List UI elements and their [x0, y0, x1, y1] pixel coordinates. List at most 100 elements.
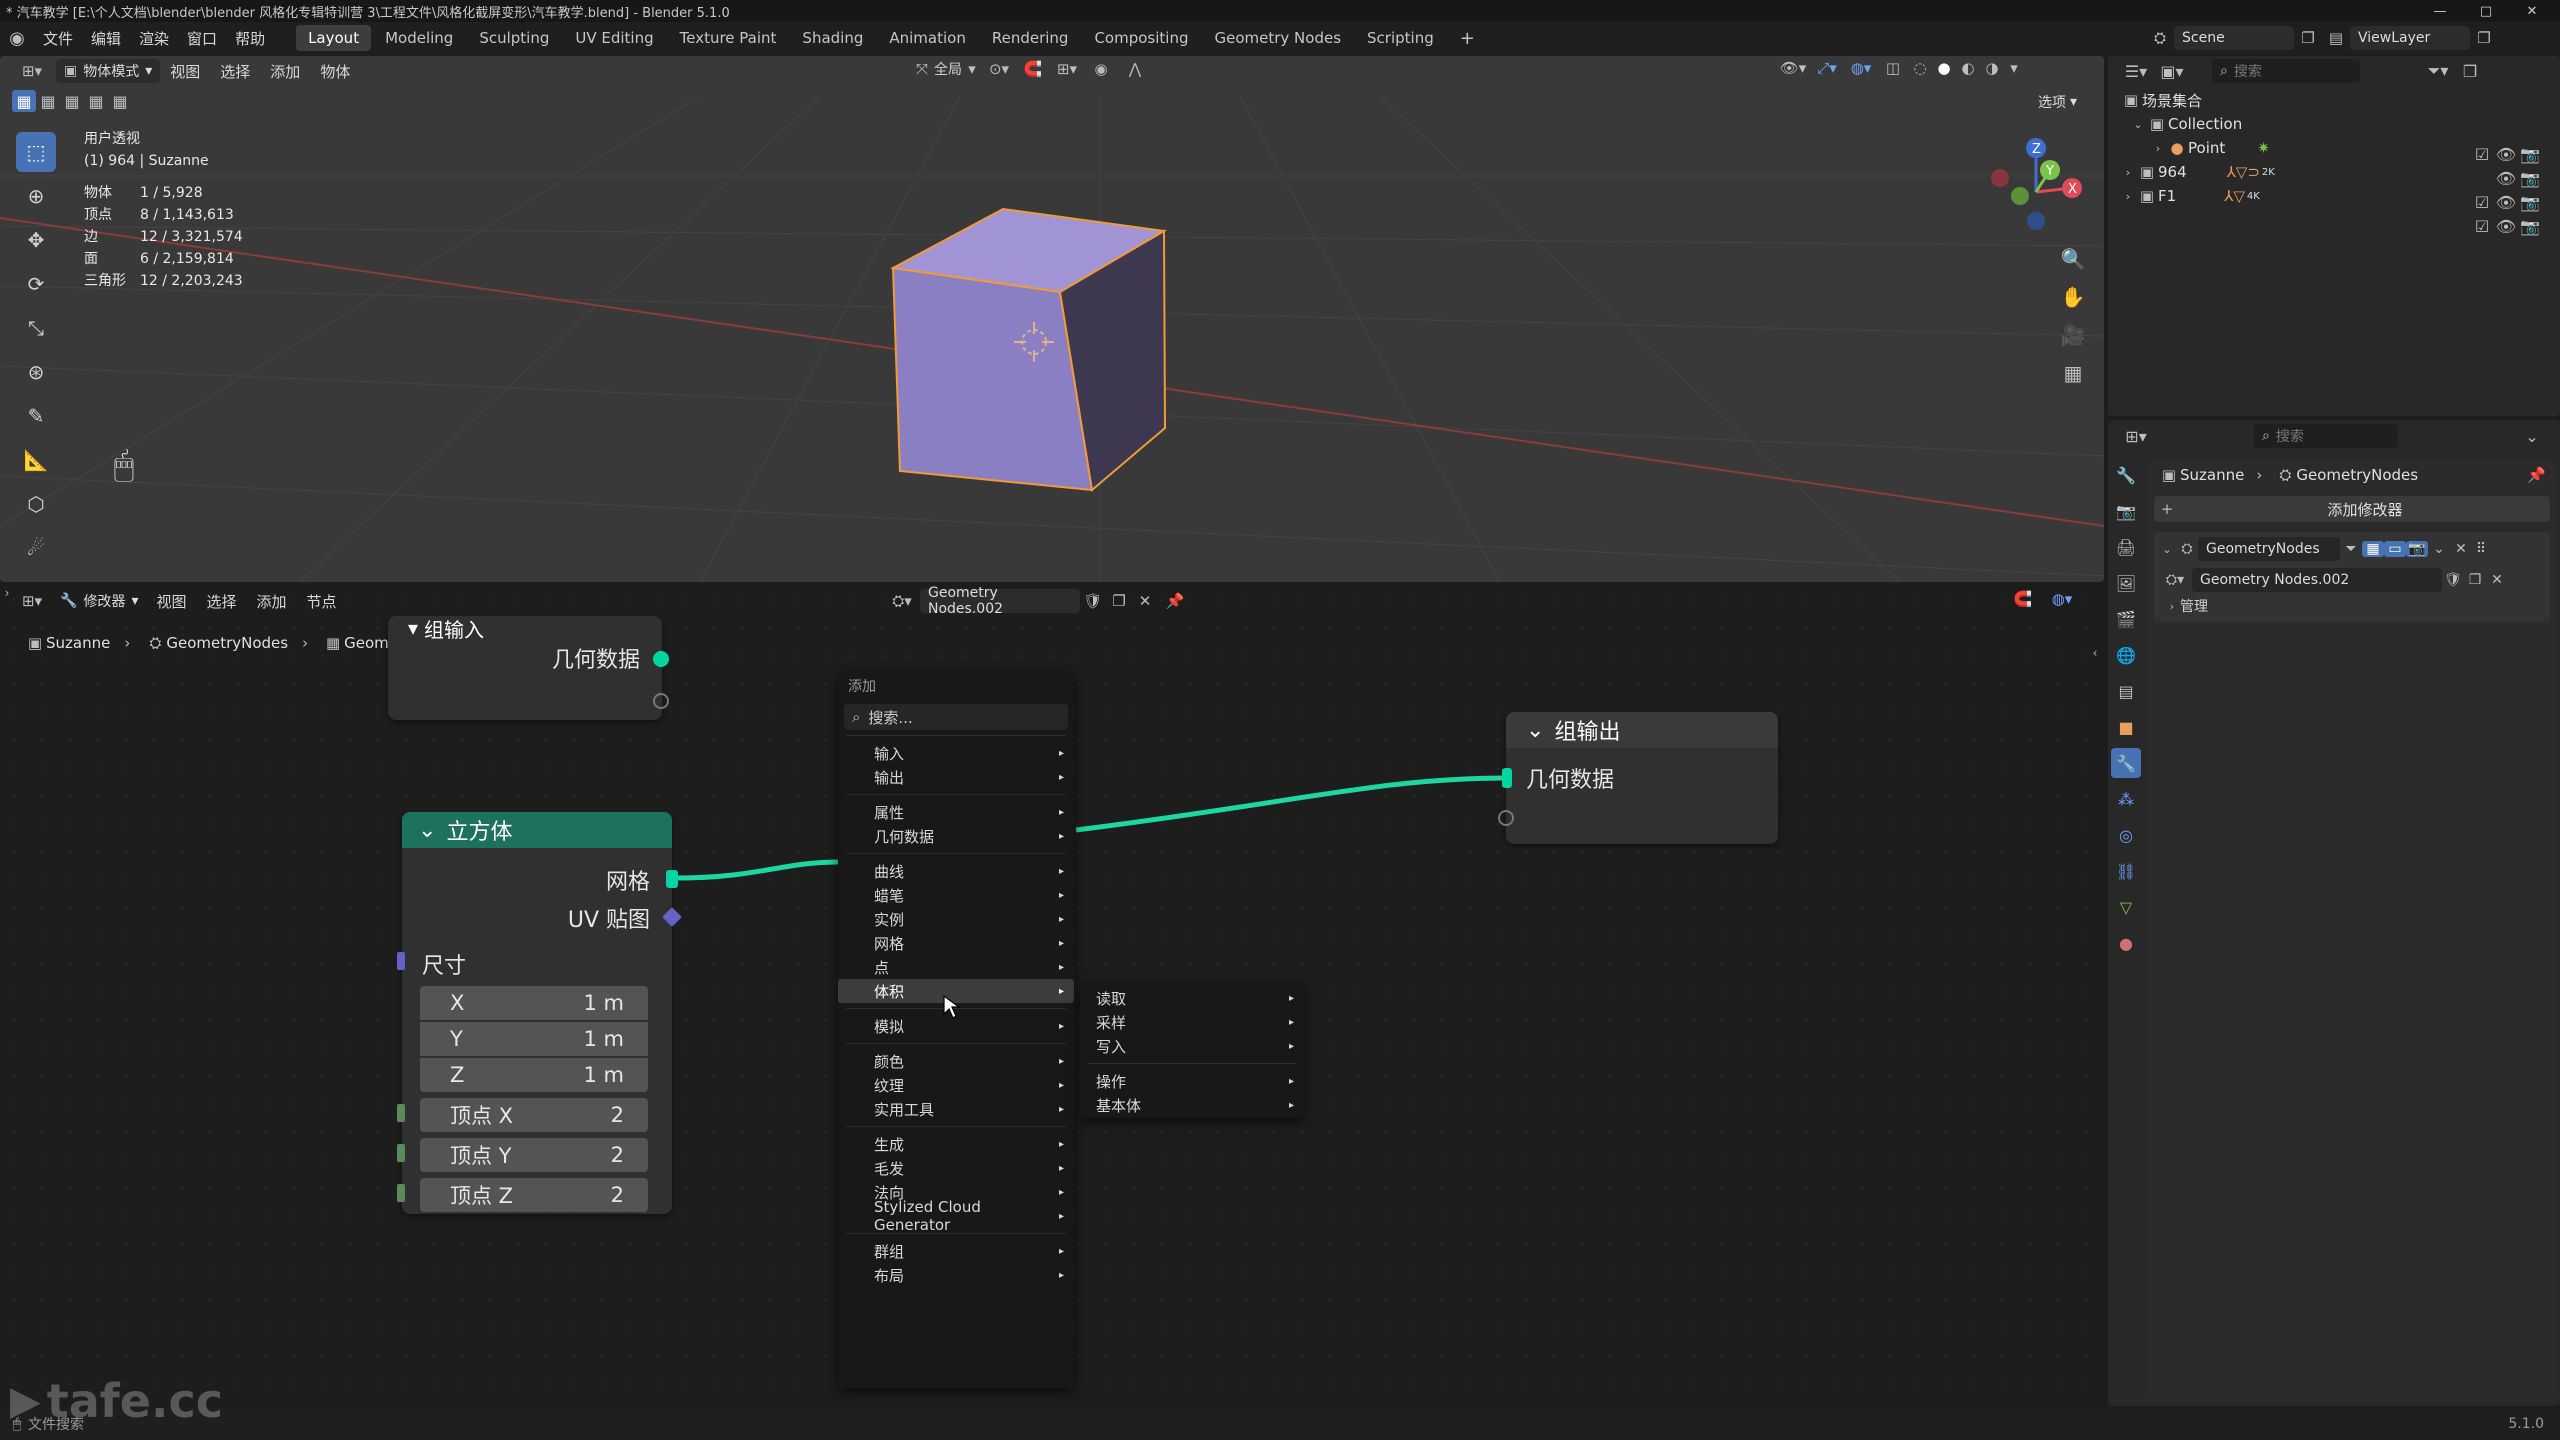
- data-tab-icon[interactable]: ▽: [2120, 892, 2132, 922]
- perspective-grid-icon[interactable]: ▦: [2056, 356, 2090, 390]
- workspace-tab-texture-paint[interactable]: Texture Paint: [668, 25, 789, 51]
- chevron-right-icon[interactable]: ›: [2150, 142, 2166, 155]
- visibility-icon[interactable]: 👁▾: [1776, 59, 1810, 77]
- chevron-down-icon[interactable]: ⌄: [2518, 427, 2546, 446]
- move-tool-icon[interactable]: ✥: [16, 220, 56, 260]
- empty-input-socket[interactable]: [1498, 810, 1514, 826]
- add-menu-item[interactable]: 毛发 ▸: [838, 1156, 1074, 1180]
- view-layer-tab-icon[interactable]: 🖼: [2116, 568, 2136, 598]
- toolbar-toggle-icon[interactable]: ›: [0, 586, 14, 600]
- add-menu-item[interactable]: 属性 ▸: [838, 800, 1074, 824]
- new-scene-icon[interactable]: ❐: [2294, 29, 2322, 47]
- camera-icon[interactable]: 📷: [2518, 193, 2542, 212]
- overlay-toggle-icon[interactable]: ◍▾: [1844, 59, 1878, 77]
- modifier-tab-icon[interactable]: 🔧: [2111, 748, 2141, 778]
- scene-selector[interactable]: Scene: [2174, 26, 2294, 50]
- viewport-menu-object[interactable]: 物体: [310, 61, 360, 82]
- camera-icon[interactable]: 📷: [2518, 169, 2542, 188]
- size-y-field[interactable]: Y1 m: [420, 1022, 648, 1056]
- menu-file[interactable]: 文件: [34, 22, 82, 54]
- snap-target-icon[interactable]: ⊞▾: [1050, 60, 1084, 78]
- viewport-display-icon[interactable]: ▭: [2384, 541, 2406, 557]
- vertices-y-field[interactable]: 顶点 Y2: [420, 1138, 648, 1172]
- outliner-search[interactable]: ⌕ 搜索: [2212, 59, 2360, 83]
- workspace-tab-layout[interactable]: Layout: [296, 25, 372, 51]
- material-tab-icon[interactable]: ●: [2119, 928, 2133, 958]
- scale-tool-icon[interactable]: ⤡: [16, 308, 56, 348]
- object-tab-icon[interactable]: ■: [2118, 712, 2133, 742]
- chevron-right-icon[interactable]: ›: [2120, 166, 2136, 179]
- wireframe-shading-icon[interactable]: ◌: [1908, 59, 1932, 77]
- collection-tab-icon[interactable]: ▤: [2118, 676, 2133, 706]
- checkbox-icon[interactable]: ☑: [2470, 193, 2494, 212]
- cube-node-header[interactable]: ⌄ 立方体: [402, 812, 672, 848]
- select-invert-icon[interactable]: ▦: [84, 90, 108, 112]
- vertices-y-input-socket[interactable]: [397, 1144, 405, 1162]
- add-menu-item[interactable]: 生成 ▸: [838, 1132, 1074, 1156]
- add-menu-item[interactable]: 颜色 ▸: [838, 1049, 1074, 1073]
- pivot-icon[interactable]: ⊙▾: [982, 60, 1016, 78]
- vertices-x-input-socket[interactable]: [397, 1104, 405, 1122]
- camera-icon[interactable]: 📷: [2518, 217, 2542, 236]
- group-input-node[interactable]: ▾ 组输入 几何数据: [388, 616, 669, 720]
- workspace-tab-scripting[interactable]: Scripting: [1355, 25, 1446, 51]
- sidebar-toggle-icon[interactable]: ‹: [2088, 646, 2102, 660]
- add-modifier-button[interactable]: + 添加修改器: [2154, 496, 2550, 522]
- add-menu-item[interactable]: Stylized Cloud Generator ▸: [838, 1198, 1074, 1234]
- eye-icon[interactable]: 👁: [2494, 145, 2518, 164]
- proportional-edit-icon[interactable]: ◉: [1084, 60, 1118, 78]
- new-collection-icon[interactable]: ❐: [2456, 62, 2484, 81]
- workspace-tab-sculpting[interactable]: Sculpting: [467, 25, 561, 51]
- node-tree-browse-icon[interactable]: ⛭▾: [2158, 572, 2192, 588]
- gizmo-toggle-icon[interactable]: ⤢▾: [1810, 59, 1844, 77]
- output-tab-icon[interactable]: 🖨: [2116, 532, 2136, 562]
- size-z-field[interactable]: Z1 m: [420, 1058, 648, 1092]
- outliner-row-scene-collection[interactable]: ▣ 场景集合: [2120, 88, 2560, 112]
- select-box-tool-icon[interactable]: ⬚: [16, 132, 56, 172]
- workspace-tab-modeling[interactable]: Modeling: [373, 25, 465, 51]
- properties-search[interactable]: ⌕ 搜索: [2254, 424, 2398, 448]
- transform-tool-icon[interactable]: ⊛: [16, 352, 56, 392]
- menu-help[interactable]: 帮助: [226, 22, 274, 54]
- drag-handle-icon[interactable]: ⠿: [2472, 541, 2490, 557]
- workspace-tab-uv-editing[interactable]: UV Editing: [563, 25, 665, 51]
- mode-selector[interactable]: ▣ 物体模式 ▾: [56, 59, 161, 83]
- unlink-close-icon[interactable]: ✕: [2486, 572, 2508, 588]
- viewlayer-selector[interactable]: ViewLayer: [2350, 26, 2470, 50]
- node-group-field[interactable]: Geometry Nodes.002: [2192, 568, 2442, 592]
- checkbox-icon[interactable]: ☑: [2470, 145, 2494, 164]
- editor-type-icon[interactable]: ☰▾: [2118, 62, 2154, 81]
- workspace-tab-geometry-nodes[interactable]: Geometry Nodes: [1202, 25, 1353, 51]
- annotate-tool-icon[interactable]: ✎: [16, 396, 56, 436]
- camera-icon[interactable]: 📷: [2518, 145, 2542, 164]
- menu-edit[interactable]: 编辑: [82, 22, 130, 54]
- measure-tool-icon[interactable]: 📐: [16, 440, 56, 480]
- render-tab-icon[interactable]: 📷: [2116, 496, 2136, 526]
- checkbox-icon[interactable]: ☑: [2470, 217, 2494, 236]
- cage-icon[interactable]: ▦: [2362, 541, 2384, 557]
- select-subtract-icon[interactable]: ▦: [60, 90, 84, 112]
- chevron-down-icon[interactable]: ⌄: [2428, 541, 2450, 557]
- select-new-icon[interactable]: ▦: [12, 90, 36, 112]
- add-menu-item[interactable]: 群组 ▸: [838, 1239, 1074, 1263]
- volume-submenu-item[interactable]: 基本体 ▸: [1080, 1093, 1304, 1117]
- scene-icon[interactable]: ⛭: [2146, 29, 2174, 47]
- volume-submenu-item[interactable]: 写入 ▸: [1080, 1034, 1304, 1058]
- material-shading-icon[interactable]: ◐: [1956, 59, 1980, 77]
- vertices-x-field[interactable]: 顶点 X2: [420, 1098, 648, 1132]
- physics-tab-icon[interactable]: ◎: [2119, 820, 2133, 850]
- menu-window[interactable]: 窗口: [178, 22, 226, 54]
- add-menu-item[interactable]: 网格 ▸: [838, 931, 1074, 955]
- geometry-input-socket[interactable]: [1502, 768, 1512, 788]
- falloff-icon[interactable]: ⋀: [1118, 60, 1152, 78]
- eye-icon[interactable]: 👁: [2494, 193, 2518, 212]
- rendered-shading-icon[interactable]: ◑: [1980, 59, 2004, 77]
- size-x-field[interactable]: X1 m: [420, 986, 648, 1020]
- add-menu-item[interactable]: 点 ▸: [838, 955, 1074, 979]
- camera-view-icon[interactable]: 🎥: [2056, 318, 2090, 352]
- physics-tool-icon[interactable]: ☄: [16, 528, 56, 568]
- particles-tab-icon[interactable]: ⁂: [2118, 784, 2134, 814]
- properties-editor[interactable]: ⊞▾ ⌕ 搜索 ⌄ 🔧 📷 🖨 🖼 🎬 🌐 ▤ ■ 🔧 ⁂ ◎ ⛓ ▽ ● ▣ S…: [2108, 420, 2560, 1406]
- manage-row[interactable]: › 管理: [2158, 594, 2546, 618]
- group-output-header[interactable]: ⌄ 组输出: [1506, 712, 1778, 748]
